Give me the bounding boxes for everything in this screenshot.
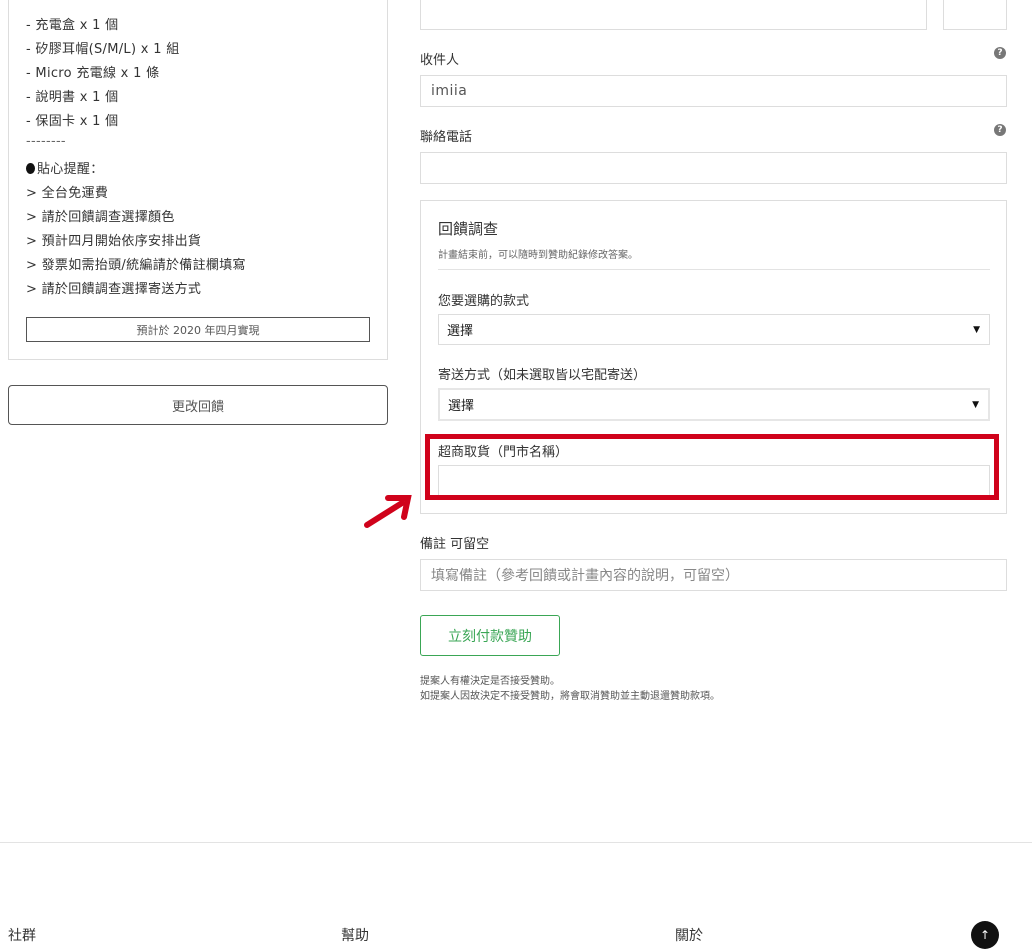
notice-text: 提案人有權決定是否接受贊助。 bbox=[420, 676, 560, 687]
footer-heading-community: 社群 bbox=[8, 928, 36, 944]
survey-title: 回饋調查 bbox=[438, 220, 499, 238]
remarks-label: 備註 可留空 bbox=[420, 537, 490, 552]
style-select-value: 選擇 bbox=[447, 324, 474, 339]
reward-details-panel: - 充電盒 x 1 個 - 矽膠耳帽(S/M/L) x 1 組 - Micro … bbox=[8, 0, 388, 360]
notice-text: 如提案人因故決定不接受贊助，將會取消贊助並主動退還贊助款項。 bbox=[420, 691, 720, 702]
pay-now-button[interactable]: 立刻付款贊助 bbox=[420, 615, 560, 656]
help-icon[interactable]: ? bbox=[994, 124, 1006, 136]
reward-item: - 保固卡 x 1 個 bbox=[26, 114, 119, 129]
caret-down-icon: ▼ bbox=[973, 324, 980, 335]
shipping-label: 寄送方式（如未選取皆以宅配寄送） bbox=[438, 368, 647, 383]
address-input[interactable] bbox=[420, 0, 927, 30]
footer-divider bbox=[0, 842, 1032, 843]
recipient-input[interactable]: imiia bbox=[420, 75, 1007, 107]
zip-input[interactable] bbox=[943, 0, 1007, 30]
recipient-value: imiia bbox=[431, 83, 468, 99]
balloon-icon bbox=[26, 163, 35, 174]
phone-label: 聯絡電話 bbox=[420, 130, 473, 145]
survey-divider bbox=[438, 269, 990, 270]
remarks-input[interactable]: 填寫備註（參考回饋或計畫內容的說明，可留空） bbox=[420, 559, 1007, 591]
tip-line: > 請於回饋調查選擇顏色 bbox=[26, 210, 175, 225]
survey-subtitle: 計畫結束前，可以隨時到贊助紀錄修改答案。 bbox=[438, 250, 638, 261]
shipping-select-value: 選擇 bbox=[448, 399, 475, 414]
tip-line: > 請於回饋調查選擇寄送方式 bbox=[26, 282, 202, 297]
reward-item: - 說明書 x 1 個 bbox=[26, 90, 119, 105]
tips-title: 貼心提醒： bbox=[26, 158, 104, 177]
remarks-placeholder: 填寫備註（參考回饋或計畫內容的說明，可留空） bbox=[431, 568, 739, 584]
estimate-badge: 預計於 2020 年四月實現 bbox=[26, 317, 370, 342]
style-label: 您要選購的款式 bbox=[438, 294, 530, 309]
reward-item: - 充電盒 x 1 個 bbox=[26, 18, 119, 33]
tip-line: > 全台免運費 bbox=[26, 186, 109, 201]
footer-heading-help: 幫助 bbox=[341, 928, 369, 944]
tip-line: > 發票如需抬頭/統編請於備註欄填寫 bbox=[26, 258, 246, 273]
shipping-select[interactable]: 選擇 ▼ bbox=[438, 388, 990, 421]
reward-item: - 矽膠耳帽(S/M/L) x 1 組 bbox=[26, 42, 180, 57]
recipient-label: 收件人 bbox=[420, 53, 460, 68]
annotation-arrow-icon bbox=[364, 495, 412, 528]
tip-line: > 預計四月開始依序安排出貨 bbox=[26, 234, 202, 249]
help-icon[interactable]: ? bbox=[994, 47, 1006, 59]
change-reward-button[interactable]: 更改回饋 bbox=[8, 385, 388, 425]
caret-down-icon: ▼ bbox=[972, 399, 979, 410]
reward-separator: -------- bbox=[26, 134, 66, 149]
style-select[interactable]: 選擇 ▼ bbox=[438, 314, 990, 345]
phone-input[interactable] bbox=[420, 152, 1007, 184]
highlight-box bbox=[425, 434, 999, 500]
reward-item: - Micro 充電線 x 1 條 bbox=[26, 66, 160, 81]
back-to-top-icon[interactable]: ↑ bbox=[971, 921, 999, 949]
footer-heading-about: 關於 bbox=[675, 928, 703, 944]
